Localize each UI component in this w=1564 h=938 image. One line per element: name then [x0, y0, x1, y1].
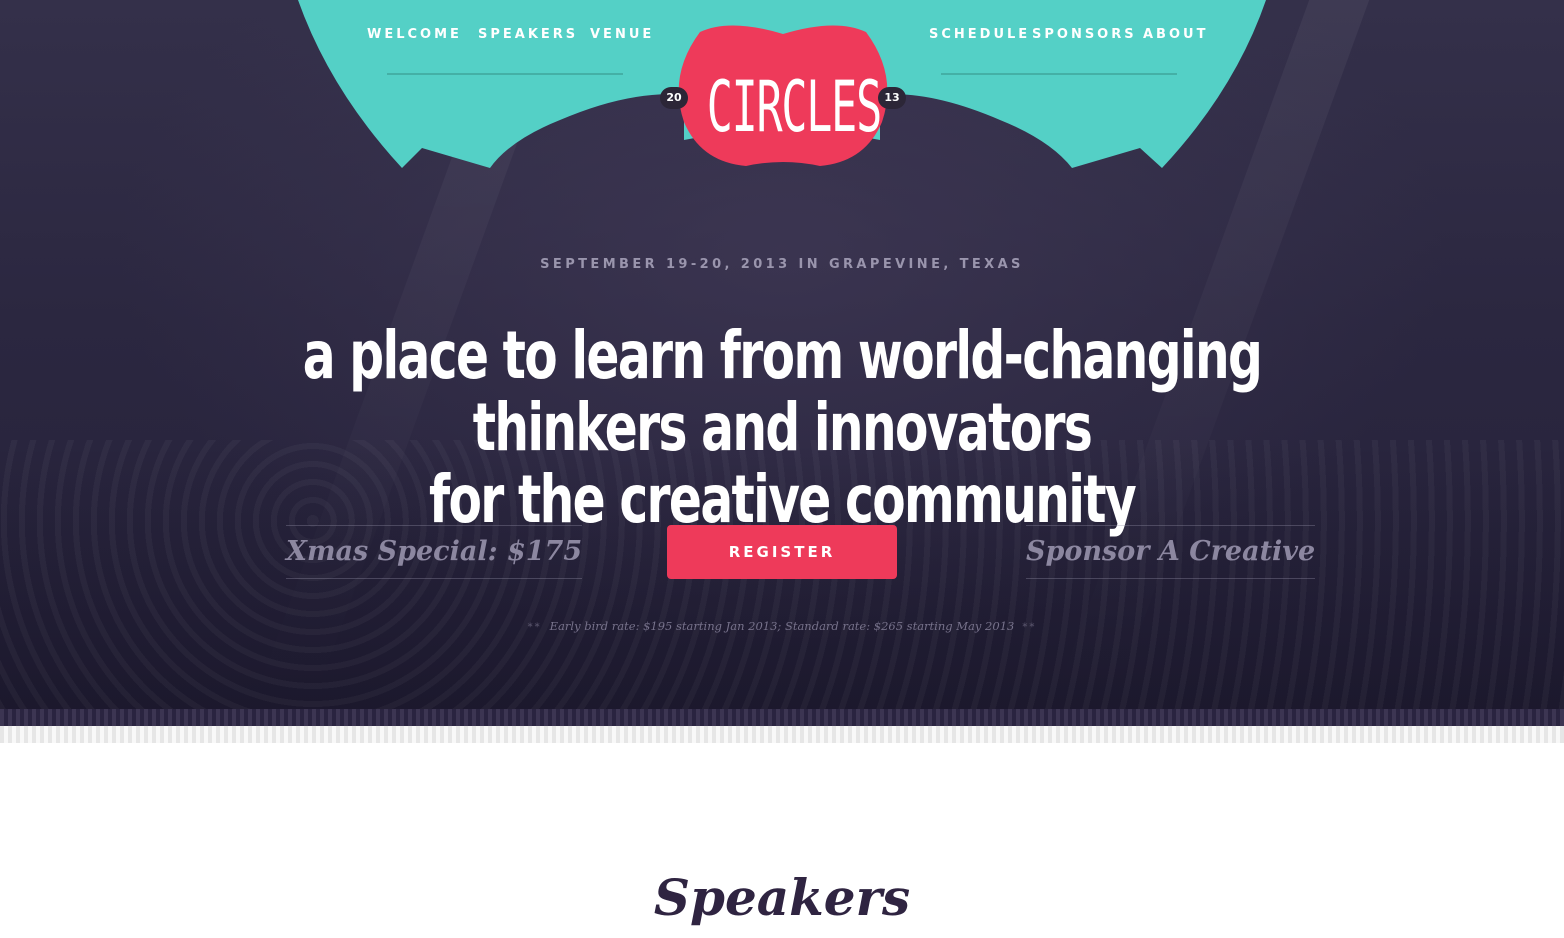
sponsor-creative-link[interactable]: Sponsor A Creative [1026, 525, 1316, 579]
pricing-note-text: Early bird rate: $195 starting Jan 2013;… [549, 619, 1015, 633]
logo-wordmark: CIRCLES [706, 66, 882, 148]
pricing-note: ** Early bird rate: $195 starting Jan 201… [0, 619, 1564, 633]
circles-logo[interactable]: CIRCLES 20 13 [660, 20, 906, 175]
note-ornament-left: ** [527, 622, 542, 633]
section-stripe-border [0, 726, 1564, 743]
nav-sponsors[interactable]: SPONSORS [1032, 27, 1137, 42]
nav-speakers[interactable]: SPEAKERS [478, 27, 578, 42]
headline-line-1: a place to learn from world-changing thi… [302, 317, 1263, 466]
nav-welcome[interactable]: WELCOME [367, 27, 462, 42]
nav-divider-left [387, 73, 623, 75]
nav-divider-right [941, 73, 1177, 75]
xmas-special-link[interactable]: Xmas Special: $175 [286, 525, 583, 579]
nav-about[interactable]: ABOUT [1143, 27, 1208, 42]
hero-headline: a place to learn from world-changing thi… [182, 320, 1382, 536]
logo-year-left: 20 [660, 87, 688, 109]
logo-year-right: 13 [878, 87, 906, 109]
nav-venue[interactable]: VENUE [590, 27, 654, 42]
note-ornament-right: ** [1022, 622, 1037, 633]
nav-schedule[interactable]: SCHEDULE [929, 27, 1030, 42]
hero-stripe-border [0, 709, 1564, 726]
event-dateline: SEPTEMBER 19-20, 2013 IN GRAPEVINE, TEXA… [540, 257, 1024, 272]
register-button[interactable]: REGISTER [667, 525, 897, 579]
hero-section: WELCOME SPEAKERS VENUE SCHEDULE SPONSORS… [0, 0, 1564, 710]
speakers-heading: Speakers [653, 868, 911, 927]
